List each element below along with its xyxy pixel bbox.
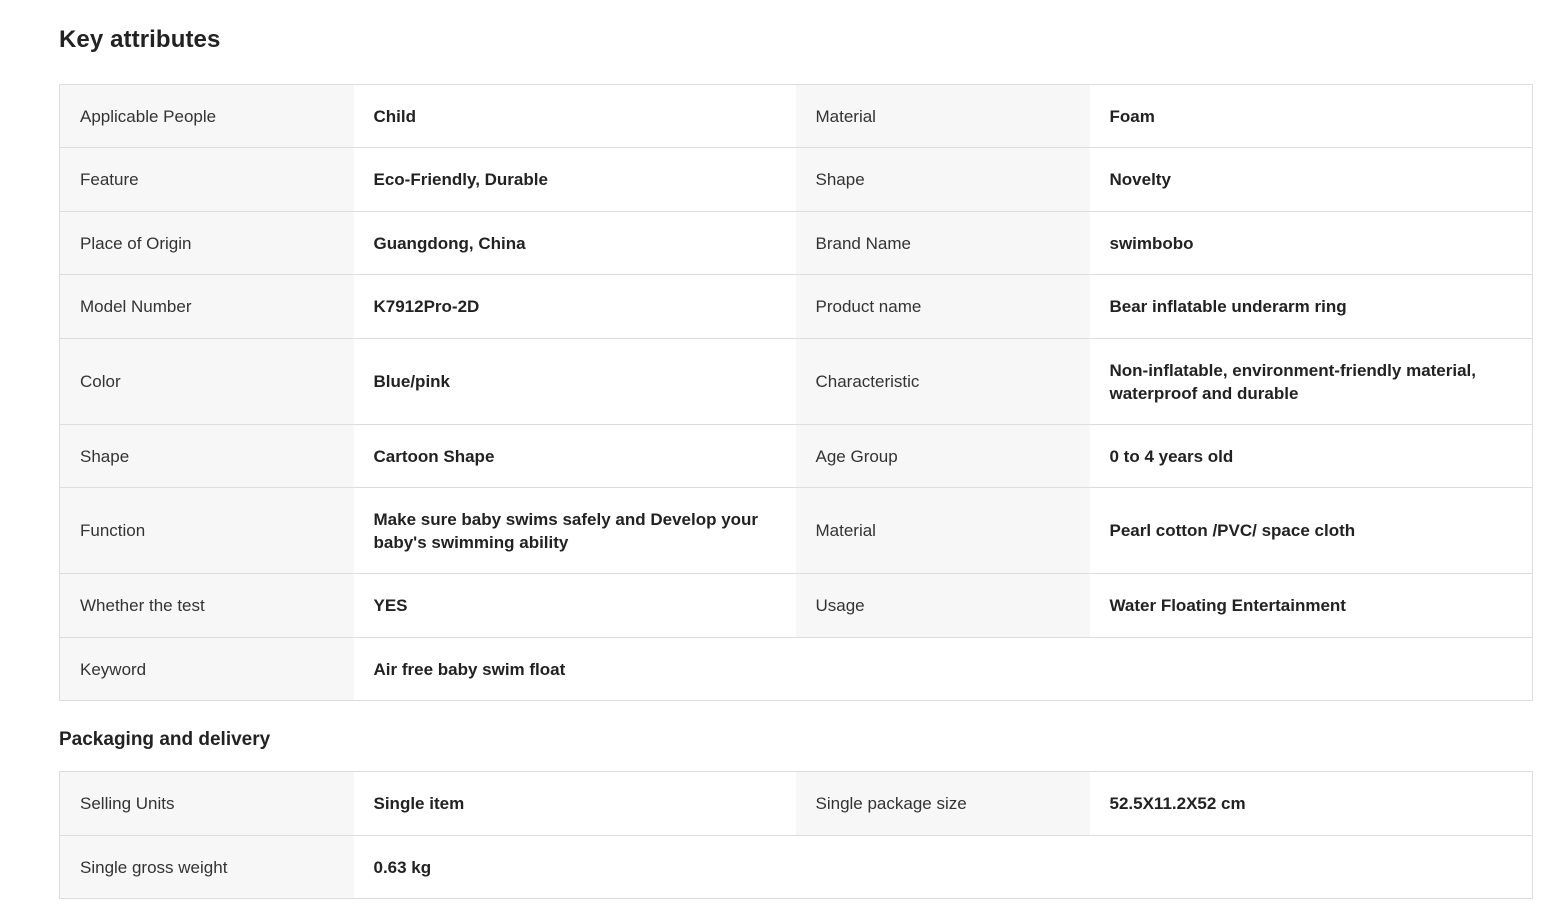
table-row: Selling Units Single item Single package… [59,771,1533,836]
attribute-label: Material [795,487,1090,574]
table-row: Feature Eco-Friendly, Durable Shape Nove… [59,147,1533,212]
key-attributes-table: Applicable People Child Material Foam Fe… [59,84,1533,701]
attribute-value: Child [353,84,796,148]
attribute-value: Air free baby swim float [353,637,1533,701]
attribute-label: Applicable People [59,84,354,148]
attribute-value: Make sure baby swims safely and Develop … [353,487,796,574]
table-row: Single gross weight 0.63 kg [59,835,1533,899]
table-row: Model Number K7912Pro-2D Product name Be… [59,274,1533,339]
table-row: Function Make sure baby swims safely and… [59,487,1533,574]
attribute-value: Water Floating Entertainment [1089,573,1533,638]
attribute-value: Blue/pink [353,338,796,425]
attribute-value: Guangdong, China [353,211,796,275]
attribute-label: Usage [795,573,1090,638]
attribute-value: swimbobo [1089,211,1533,275]
attribute-value: Novelty [1089,147,1533,212]
attribute-label: Single gross weight [59,835,354,899]
attribute-value: Single item [353,771,796,836]
attribute-value: Foam [1089,84,1533,148]
attribute-label: Shape [795,147,1090,212]
attribute-value: K7912Pro-2D [353,274,796,339]
attribute-label: Selling Units [59,771,354,836]
attribute-value: 0.63 kg [353,835,1533,899]
attribute-label: Whether the test [59,573,354,638]
attribute-value: Non-inflatable, environment-friendly mat… [1089,338,1533,425]
attribute-value: Pearl cotton /PVC/ space cloth [1089,487,1533,574]
attribute-label: Product name [795,274,1090,339]
attribute-value: 52.5X11.2X52 cm [1089,771,1533,836]
attribute-label: Age Group [795,424,1090,488]
attribute-label: Brand Name [795,211,1090,275]
attribute-label: Shape [59,424,354,488]
attribute-value: Eco-Friendly, Durable [353,147,796,212]
key-attributes-title: Key attributes [59,26,221,53]
table-row: Shape Cartoon Shape Age Group 0 to 4 yea… [59,424,1533,488]
attribute-label: Characteristic [795,338,1090,425]
attribute-label: Keyword [59,637,354,701]
table-row: Place of Origin Guangdong, China Brand N… [59,211,1533,275]
attribute-value: Bear inflatable underarm ring [1089,274,1533,339]
attribute-label: Feature [59,147,354,212]
attribute-value: YES [353,573,796,638]
packaging-delivery-title: Packaging and delivery [59,729,271,750]
table-row: Applicable People Child Material Foam [59,84,1533,148]
attribute-label: Color [59,338,354,425]
attribute-value: 0 to 4 years old [1089,424,1533,488]
table-row: Keyword Air free baby swim float [59,637,1533,701]
attribute-value: Cartoon Shape [353,424,796,488]
table-row: Color Blue/pink Characteristic Non-infla… [59,338,1533,425]
attribute-label: Place of Origin [59,211,354,275]
attribute-label: Model Number [59,274,354,339]
table-row: Whether the test YES Usage Water Floatin… [59,573,1533,638]
packaging-delivery-table: Selling Units Single item Single package… [59,771,1533,899]
attribute-label: Function [59,487,354,574]
attribute-label: Material [795,84,1090,148]
attribute-label: Single package size [795,771,1090,836]
product-attributes-page: Key attributes Applicable People Child M… [0,0,1544,920]
